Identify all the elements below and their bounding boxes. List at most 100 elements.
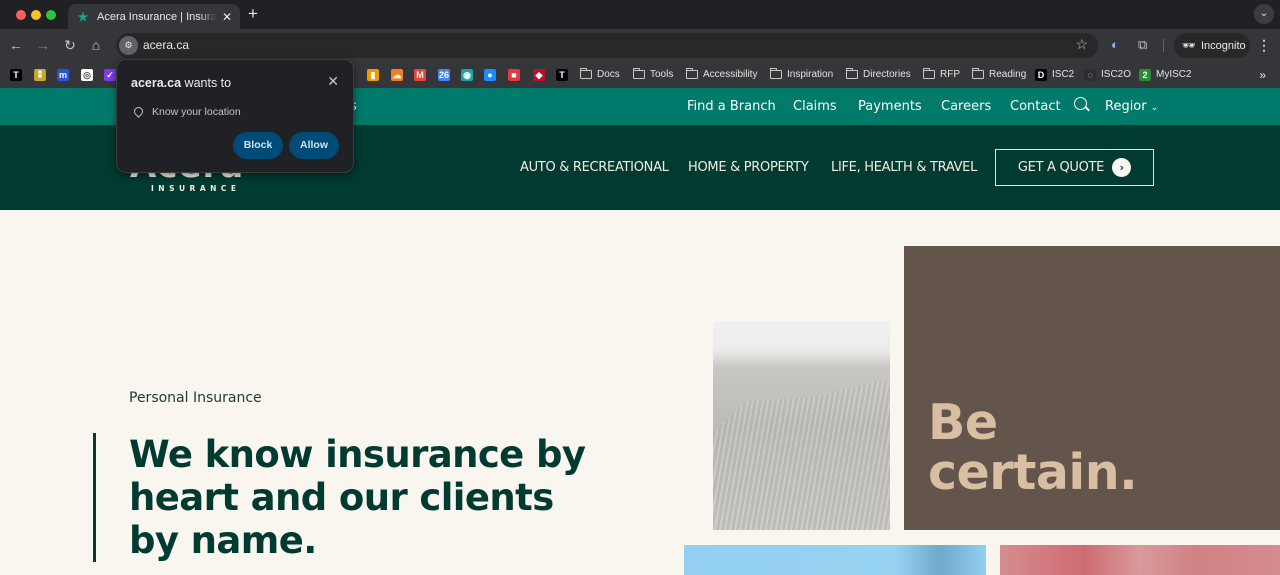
bookmark-label: Accessibility [703,69,758,80]
minimize-window-button[interactable] [31,10,41,20]
location-permission-popup: acera.ca wants to ✕ Know your location B… [116,59,354,173]
bookmark-directories[interactable]: Directories [846,67,911,82]
bookmark-docs[interactable]: Docs [580,67,620,82]
blue-dot-icon: ● [484,68,496,81]
home-icon[interactable]: ⌂ [87,36,105,54]
extensions-puzzle-icon[interactable]: ⧉ [1138,37,1147,53]
hero-eyebrow: Personal Insurance [129,390,262,406]
site-settings-icon[interactable]: ⚙ [119,36,138,55]
close-window-button[interactable] [16,10,26,20]
be-certain-text: Be certain. [928,394,1138,501]
analytics-icon: ▮ [367,68,379,81]
get-a-quote-button[interactable]: GET A QUOTE › [995,149,1154,186]
bookmark-label: RFP [940,69,960,80]
popup-title-suffix: wants to [181,76,232,90]
bookmark-label: ISC2 [1052,69,1075,80]
bookmarks-overflow-icon[interactable]: » [1259,67,1266,82]
calendar-icon: 26 [438,68,450,81]
nav-link-auto-recreational[interactable]: AUTO & RECREATIONAL [520,160,669,175]
folder-icon [686,68,698,79]
bookmark-accessibility[interactable]: Accessibility [686,67,757,82]
block-button[interactable]: Block [233,132,283,159]
t-brand-icon: T [556,68,568,81]
browser-tab-active[interactable]: ★ Acera Insurance | Insurance for ✕ [68,4,240,29]
bookmark-tools[interactable]: Tools [633,67,673,82]
t-brand-icon: T [10,68,22,81]
tab-title: Acera Insurance | Insurance for [97,10,217,23]
incognito-label: Incognito [1200,39,1246,52]
reload-icon[interactable]: ↻ [61,36,79,54]
bookmark-reading[interactable]: Reading [972,67,1026,82]
bookmark-calendar[interactable]: 26 [438,67,450,82]
bookmark-label: Docs [597,69,620,80]
maximize-window-button[interactable] [46,10,56,20]
bookmark-t-brand[interactable]: T [10,67,22,82]
location-pin-icon [132,105,145,118]
utility-link-contact[interactable]: Contact [1010,99,1061,114]
tab-close-icon[interactable]: ✕ [222,10,232,24]
chevron-down-icon: ⌄ [1150,103,1159,113]
forest-mountain-image [713,321,890,530]
bookmark-myisc2[interactable]: 2 MyISC2 [1139,67,1192,82]
hero-title: We know insurance by heart and our clien… [129,433,586,562]
bookmark-openai[interactable]: ◎ [81,67,93,82]
tab-search-button[interactable]: ⌄ [1254,4,1274,24]
allow-button[interactable]: Allow [289,132,339,159]
extension-lens-icon[interactable]: ◐ [1111,37,1119,53]
toolbar-divider [1163,39,1164,52]
d2l-icon: D [1035,68,1047,81]
browser-toolbar: ← → ↻ ⌂ ⚙ acera.ca ☆ ◐ ⧉ 🕶 Incognito ⋮ [0,29,1280,61]
utility-link-careers[interactable]: Careers [941,99,991,114]
incognito-badge[interactable]: 🕶 Incognito [1174,33,1250,58]
forward-arrow-icon[interactable]: → [34,36,52,54]
utility-link-claims[interactable]: Claims [793,99,837,114]
utility-link-payments[interactable]: Payments [858,99,922,114]
bookmark-isc2o[interactable]: ◌ ISC2O [1084,67,1131,82]
bookmark-cloudflare[interactable]: ☁ [391,67,403,82]
bookmark-checkmark-app[interactable]: ✓ [104,67,116,82]
bookmark-label: Inspiration [787,69,834,80]
nav-link-life-health-travel[interactable]: LIFE, HEALTH & TRAVEL [831,160,977,175]
chevron-right-icon: › [1112,158,1132,177]
address-bar[interactable]: ⚙ acera.ca ☆ [116,33,1098,58]
logo-tagline: INSURANCE [151,184,241,193]
acera-star-icon: ★ [77,9,89,24]
bookmark-label: Tools [650,69,674,80]
cloudflare-icon: ☁ [391,68,403,81]
region-selector[interactable]: Regior ⌄ [1105,99,1158,114]
fingerprint-icon: ◉ [461,68,473,81]
bookmark-rfp[interactable]: RFP [923,67,960,82]
bookmark-red-diamond[interactable]: ◆ [533,67,545,82]
popup-title: acera.ca wants to [131,76,231,90]
folder-icon [972,68,984,79]
bookmark-inspiration[interactable]: Inspiration [770,67,833,82]
new-tab-button[interactable]: + [248,5,258,23]
region-label: Regior [1105,99,1147,114]
bookmark-label: MyISC2 [1156,69,1192,80]
be-certain-line-2: certain. [928,444,1138,501]
url-text[interactable]: acera.ca [143,38,189,52]
bookmark-gmail[interactable]: M [414,67,426,82]
bookmark-yellow-pin[interactable]: ⁑ [34,67,46,82]
hero-accent-rule [93,433,96,562]
bookmark-label: Reading [989,69,1027,80]
close-icon[interactable]: ✕ [327,73,339,90]
permission-text: Know your location [152,106,241,118]
nav-link-home-property[interactable]: HOME & PROPERTY [688,160,809,175]
bookmark-isc2[interactable]: D ISC2 [1035,67,1074,82]
bookmark-fingerprint[interactable]: ◉ [461,67,473,82]
bookmark-blue-dot[interactable]: ● [484,67,496,82]
person-blue-image [684,545,986,575]
be-certain-line-1: Be [928,394,998,451]
bookmark-miro[interactable]: m [57,67,69,82]
back-arrow-icon[interactable]: ← [7,36,25,54]
bookmark-analytics[interactable]: ▮ [367,67,379,82]
search-icon[interactable] [1074,97,1087,110]
utility-link-find-a-branch[interactable]: Find a Branch [687,99,776,114]
bookmark-t-brand[interactable]: T [556,67,568,82]
folder-icon [923,68,935,79]
browser-menu-icon[interactable]: ⋮ [1257,37,1271,54]
bookmark-red-square[interactable]: ■ [508,67,520,82]
get-a-quote-label: GET A QUOTE [1017,160,1105,175]
bookmark-star-icon[interactable]: ☆ [1075,36,1088,53]
